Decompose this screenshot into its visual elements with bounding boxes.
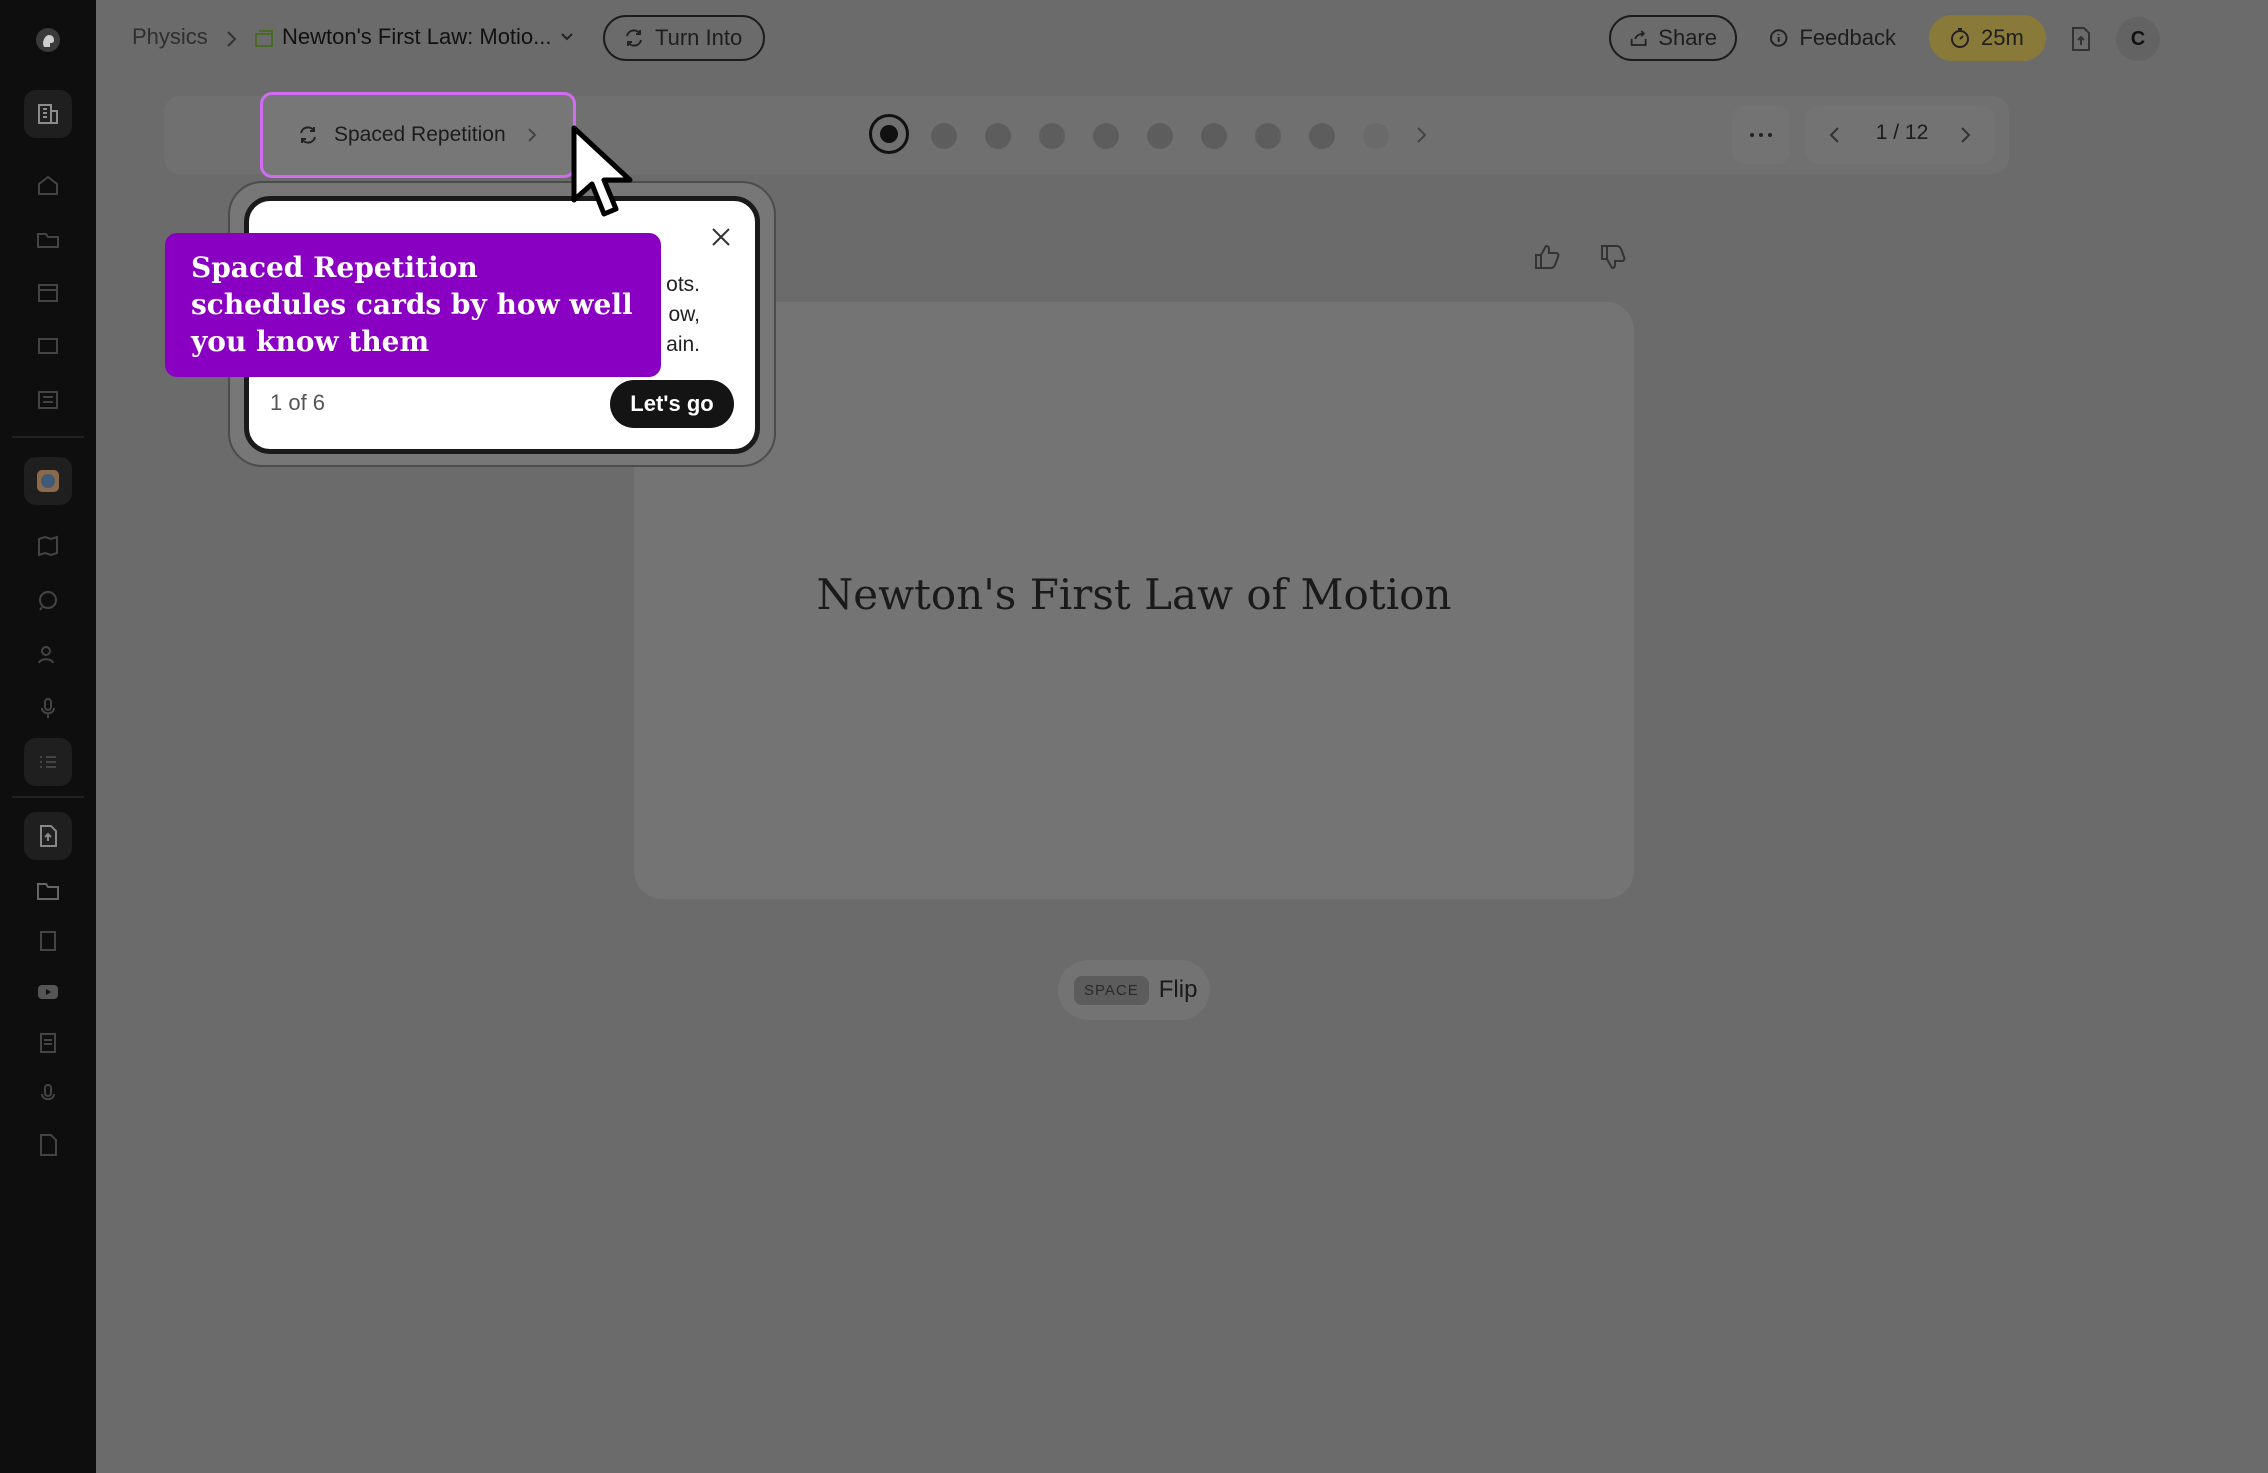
- microphone-icon[interactable]: [24, 684, 72, 732]
- space-key-hint: SPACE: [1074, 975, 1149, 1005]
- progress-dot[interactable]: [931, 123, 957, 149]
- pdf-icon[interactable]: [24, 1121, 72, 1169]
- sidebar-divider: [12, 796, 84, 798]
- flip-label: Flip: [1158, 976, 1198, 1003]
- share-button[interactable]: Share: [1609, 15, 1737, 61]
- document-icon[interactable]: [24, 1019, 72, 1067]
- turn-into-button[interactable]: Turn Into: [603, 15, 765, 61]
- timer-icon: [1951, 28, 1969, 48]
- feedback-label: Feedback: [1799, 25, 1896, 50]
- avatar[interactable]: C: [2116, 17, 2160, 61]
- flashcard-front-text: Newton's First Law of Motion: [816, 570, 1452, 619]
- breadcrumb: Physics: [132, 24, 208, 50]
- thumbs-down-icon[interactable]: [1598, 242, 1628, 272]
- folders-icon[interactable]: [24, 215, 72, 263]
- lets-go-button[interactable]: Let's go: [610, 380, 734, 428]
- current-set-icon[interactable]: [24, 457, 72, 505]
- turn-into-label: Turn Into: [655, 25, 743, 50]
- export-icon[interactable]: [2068, 25, 2094, 53]
- chevron-right-icon: [227, 31, 237, 47]
- chevron-down-icon: [560, 33, 573, 41]
- classes-icon[interactable]: [24, 376, 72, 424]
- tour-progress: 1 of 6: [270, 390, 326, 415]
- progress-dot[interactable]: [1255, 123, 1281, 149]
- share-label: Share: [1658, 25, 1717, 50]
- timer-label: 25m: [1981, 25, 2024, 50]
- map-icon[interactable]: [24, 522, 72, 570]
- next-card-icon[interactable]: [1956, 124, 1974, 146]
- share-icon: [1630, 30, 1647, 46]
- breadcrumb-current[interactable]: Newton's First Law: Motio...: [282, 24, 576, 50]
- progress-dot-current[interactable]: [869, 114, 909, 154]
- dashboard-icon[interactable]: [24, 90, 72, 138]
- convert-icon: [626, 29, 642, 47]
- chat-icon[interactable]: [24, 576, 72, 624]
- info-icon: [1769, 29, 1788, 47]
- youtube-icon[interactable]: [24, 968, 72, 1016]
- progress-dot[interactable]: [1363, 123, 1389, 149]
- tutor-icon[interactable]: [24, 630, 72, 678]
- more-horizontal-icon: [1750, 133, 1772, 137]
- timer-button[interactable]: 25m: [1929, 15, 2046, 61]
- home-icon[interactable]: [24, 161, 72, 209]
- thumbs-up-icon[interactable]: [1532, 242, 1562, 272]
- feedback-button[interactable]: Feedback: [1748, 15, 1916, 61]
- progress-dot[interactable]: [1039, 123, 1065, 149]
- mouse-cursor-icon: [571, 125, 633, 217]
- flashcard-set-icon: [255, 30, 273, 47]
- chevron-right-icon: [527, 128, 537, 142]
- close-icon[interactable]: [706, 222, 736, 252]
- breadcrumb-current-label: Newton's First Law: Motio...: [282, 24, 552, 49]
- progress-dot[interactable]: [985, 123, 1011, 149]
- checklist-icon[interactable]: [24, 738, 72, 786]
- progress-dot[interactable]: [1309, 123, 1335, 149]
- library-icon[interactable]: [24, 322, 72, 370]
- card-counter: 1 / 12: [1875, 121, 1929, 144]
- previous-card-icon[interactable]: [1826, 124, 1844, 146]
- annotation-callout: Spaced Repetition schedules cards by how…: [165, 233, 661, 377]
- upload-file-icon[interactable]: [24, 812, 72, 860]
- sidebar: [0, 0, 96, 1473]
- flip-button[interactable]: SPACE Flip: [1058, 960, 1210, 1020]
- progress-dot[interactable]: [1093, 123, 1119, 149]
- sidebar-divider: [12, 436, 84, 438]
- progress-dot[interactable]: [1201, 123, 1227, 149]
- refresh-icon: [300, 126, 316, 144]
- chevron-right-icon[interactable]: [1412, 124, 1430, 146]
- spaced-repetition-button[interactable]: Spaced Repetition: [270, 102, 566, 168]
- spaced-repetition-label: Spaced Repetition: [334, 123, 506, 146]
- more-options-button[interactable]: [1732, 106, 1790, 164]
- notes-icon[interactable]: [24, 917, 72, 965]
- progress-dot[interactable]: [1147, 123, 1173, 149]
- logo-icon[interactable]: [24, 16, 72, 64]
- calendar-icon[interactable]: [24, 268, 72, 316]
- breadcrumb-root[interactable]: Physics: [132, 24, 208, 50]
- folder-icon[interactable]: [24, 866, 72, 914]
- recording-icon[interactable]: [24, 1070, 72, 1118]
- avatar-initial: C: [2130, 27, 2146, 50]
